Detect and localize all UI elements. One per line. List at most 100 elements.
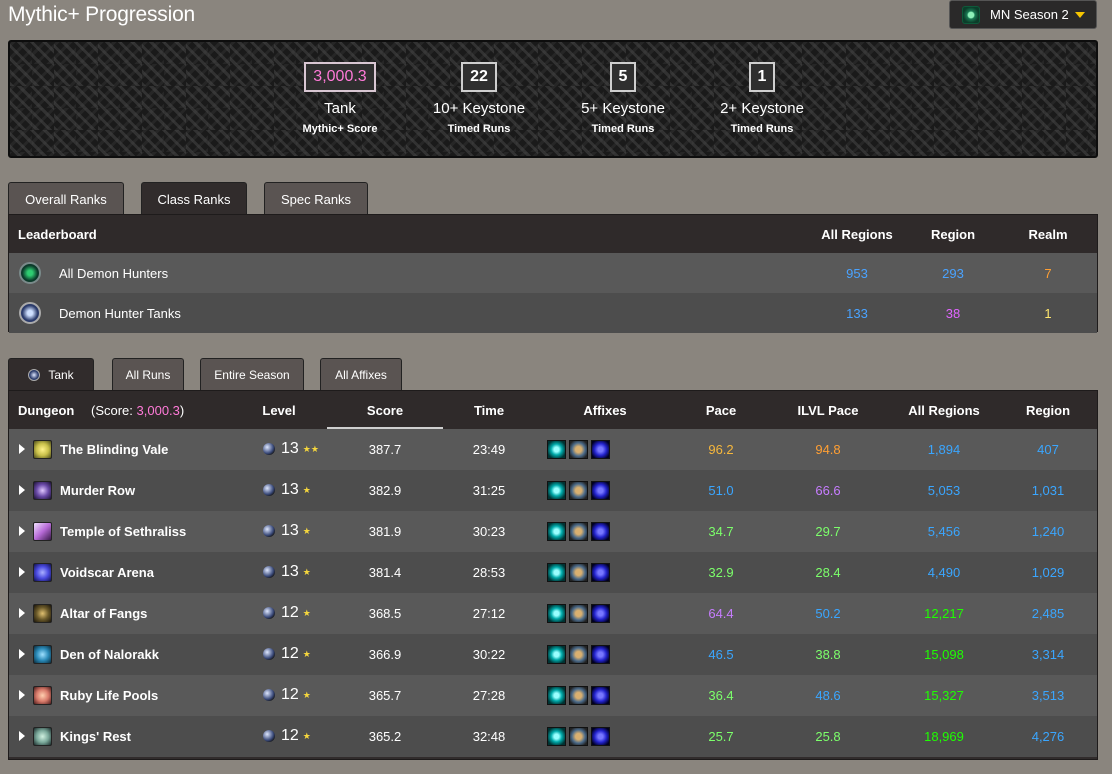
expand-arrow-icon[interactable] bbox=[19, 526, 25, 536]
run-pace: 36.4 bbox=[708, 688, 734, 703]
expand-arrow-icon[interactable] bbox=[19, 567, 25, 577]
leaderboard-row[interactable]: All Demon Hunters 953 293 7 bbox=[9, 253, 1097, 293]
dungeon-row[interactable]: Murder Row 13 ★ 382.9 31:25 51.0 66.6 5,0… bbox=[9, 470, 1097, 511]
run-time: 27:12 bbox=[472, 606, 506, 621]
expand-arrow-icon[interactable] bbox=[19, 690, 25, 700]
tab-tank[interactable]: Tank bbox=[8, 358, 94, 391]
leaderboard-row[interactable]: Demon Hunter Tanks 133 38 1 bbox=[9, 293, 1097, 333]
header-region[interactable]: Region bbox=[1008, 403, 1088, 418]
run-pace: 46.5 bbox=[708, 647, 734, 662]
stat-2-keystone: 1 2+ Keystone Timed Runs bbox=[702, 62, 822, 135]
dungeon-icon bbox=[33, 604, 52, 623]
header-level[interactable]: Level bbox=[249, 403, 309, 418]
dungeon-icon bbox=[33, 686, 52, 705]
run-score: 381.9 bbox=[368, 524, 402, 539]
dungeon-row[interactable]: Kings' Rest 12 ★ 365.2 32:48 25.7 25.8 18… bbox=[9, 716, 1097, 757]
affix-icon bbox=[569, 727, 588, 746]
dungeon-row[interactable]: The Blinding Vale 13 ★★ 387.7 23:49 96.2 … bbox=[9, 429, 1097, 470]
stat-sublabel: Timed Runs bbox=[591, 123, 655, 135]
dungeon-name: Ruby Life Pools bbox=[60, 688, 159, 703]
keystone-icon bbox=[263, 648, 275, 660]
keystone-level: 13 ★★ bbox=[263, 440, 319, 458]
affix-icon bbox=[591, 645, 610, 664]
dungeon-runs-table: Dungeon (Score: 3,000.3) Level Score Tim… bbox=[8, 390, 1098, 760]
dungeon-name: Murder Row bbox=[60, 483, 136, 498]
stat-sublabel: Timed Runs bbox=[447, 123, 511, 135]
rank-region: 293 bbox=[942, 265, 964, 281]
stat-value: 22 bbox=[461, 62, 497, 92]
run-rank-all-regions: 15,098 bbox=[924, 647, 964, 662]
run-pace: 32.9 bbox=[708, 565, 734, 580]
run-rank-all-regions: 15,327 bbox=[924, 688, 964, 703]
rank-all-regions: 953 bbox=[846, 265, 868, 281]
tab-all-affixes[interactable]: All Affixes bbox=[320, 358, 402, 391]
run-ilvl-pace: 50.2 bbox=[815, 606, 841, 621]
run-score: 368.5 bbox=[368, 606, 402, 621]
dungeon-icon bbox=[33, 481, 52, 500]
keystone-icon bbox=[263, 566, 275, 578]
upgrade-stars-icon: ★ bbox=[302, 607, 311, 618]
affix-icon bbox=[547, 604, 566, 623]
header-all-regions: All Regions bbox=[821, 226, 893, 242]
tab-spec-ranks[interactable]: Spec Ranks bbox=[264, 182, 368, 215]
dungeon-row[interactable]: Altar of Fangs 12 ★ 368.5 27:12 64.4 50.2… bbox=[9, 593, 1097, 634]
tab-entire-season[interactable]: Entire Season bbox=[200, 358, 304, 391]
tab-all-runs[interactable]: All Runs bbox=[112, 358, 184, 391]
upgrade-stars-icon: ★★ bbox=[302, 443, 319, 454]
run-ilvl-pace: 38.8 bbox=[815, 647, 841, 662]
run-time: 30:23 bbox=[472, 524, 506, 539]
dungeon-row[interactable]: Voidscar Arena 13 ★ 381.4 28:53 32.9 28.4… bbox=[9, 552, 1097, 593]
expand-arrow-icon[interactable] bbox=[19, 649, 25, 659]
affix-icon bbox=[591, 522, 610, 541]
tab-class-ranks[interactable]: Class Ranks bbox=[141, 182, 247, 215]
expand-arrow-icon[interactable] bbox=[19, 485, 25, 495]
run-rank-region: 3,513 bbox=[1031, 688, 1065, 703]
stat-label: 10+ Keystone bbox=[432, 100, 526, 117]
keystone-level: 12 ★ bbox=[263, 727, 311, 745]
stat-sublabel: Mythic+ Score bbox=[302, 123, 378, 135]
header-score[interactable]: Score bbox=[345, 403, 425, 418]
upgrade-stars-icon: ★ bbox=[302, 525, 311, 536]
affix-icon bbox=[569, 563, 588, 582]
header-time[interactable]: Time bbox=[449, 403, 529, 418]
run-rank-region: 4,276 bbox=[1031, 729, 1065, 744]
keystone-level: 12 ★ bbox=[263, 686, 311, 704]
header-realm: Realm bbox=[1028, 226, 1068, 242]
expand-arrow-icon[interactable] bbox=[19, 608, 25, 618]
header-pace[interactable]: Pace bbox=[681, 403, 761, 418]
run-rank-all-regions: 12,217 bbox=[924, 606, 964, 621]
header-ilvl-pace[interactable]: ILVL Pace bbox=[783, 403, 873, 418]
keystone-icon bbox=[263, 730, 275, 742]
expand-arrow-icon[interactable] bbox=[19, 444, 25, 454]
run-rank-all-regions: 5,456 bbox=[927, 524, 961, 539]
affix-icon bbox=[569, 440, 588, 459]
run-time: 23:49 bbox=[472, 442, 506, 457]
dungeon-icon bbox=[33, 727, 52, 746]
run-time: 30:22 bbox=[472, 647, 506, 662]
dungeon-row[interactable]: Den of Nalorakk 12 ★ 366.9 30:22 46.5 38.… bbox=[9, 634, 1097, 675]
run-pace: 64.4 bbox=[708, 606, 734, 621]
affix-icon bbox=[547, 440, 566, 459]
stat-label: 2+ Keystone bbox=[720, 100, 804, 117]
stat-value: 1 bbox=[748, 62, 776, 92]
dungeon-row[interactable]: Temple of Sethraliss 13 ★ 381.9 30:23 34.… bbox=[9, 511, 1097, 552]
dungeon-name: Altar of Fangs bbox=[60, 606, 148, 621]
tab-overall-ranks[interactable]: Overall Ranks bbox=[8, 182, 124, 215]
tank-role-icon bbox=[28, 369, 41, 381]
run-score: 387.7 bbox=[368, 442, 402, 457]
affix-icon bbox=[547, 645, 566, 664]
affix-icon bbox=[547, 563, 566, 582]
season-selector[interactable]: MN Season 2 bbox=[949, 0, 1097, 29]
run-score: 365.7 bbox=[368, 688, 402, 703]
stat-mythic-score: 3,000.3 Tank Mythic+ Score bbox=[280, 62, 400, 135]
keystone-level: 13 ★ bbox=[263, 481, 311, 499]
season-label: MN Season 2 bbox=[990, 7, 1069, 22]
dungeon-row[interactable]: Ruby Life Pools 12 ★ 365.7 27:28 36.4 48.… bbox=[9, 675, 1097, 716]
header-all-regions[interactable]: All Regions bbox=[889, 403, 999, 418]
rank-region: 38 bbox=[945, 305, 961, 321]
expand-arrow-icon[interactable] bbox=[19, 731, 25, 741]
affix-icon bbox=[591, 686, 610, 705]
run-score: 365.2 bbox=[368, 729, 402, 744]
header-dungeon: Dungeon bbox=[18, 403, 75, 418]
affix-list bbox=[547, 727, 613, 746]
